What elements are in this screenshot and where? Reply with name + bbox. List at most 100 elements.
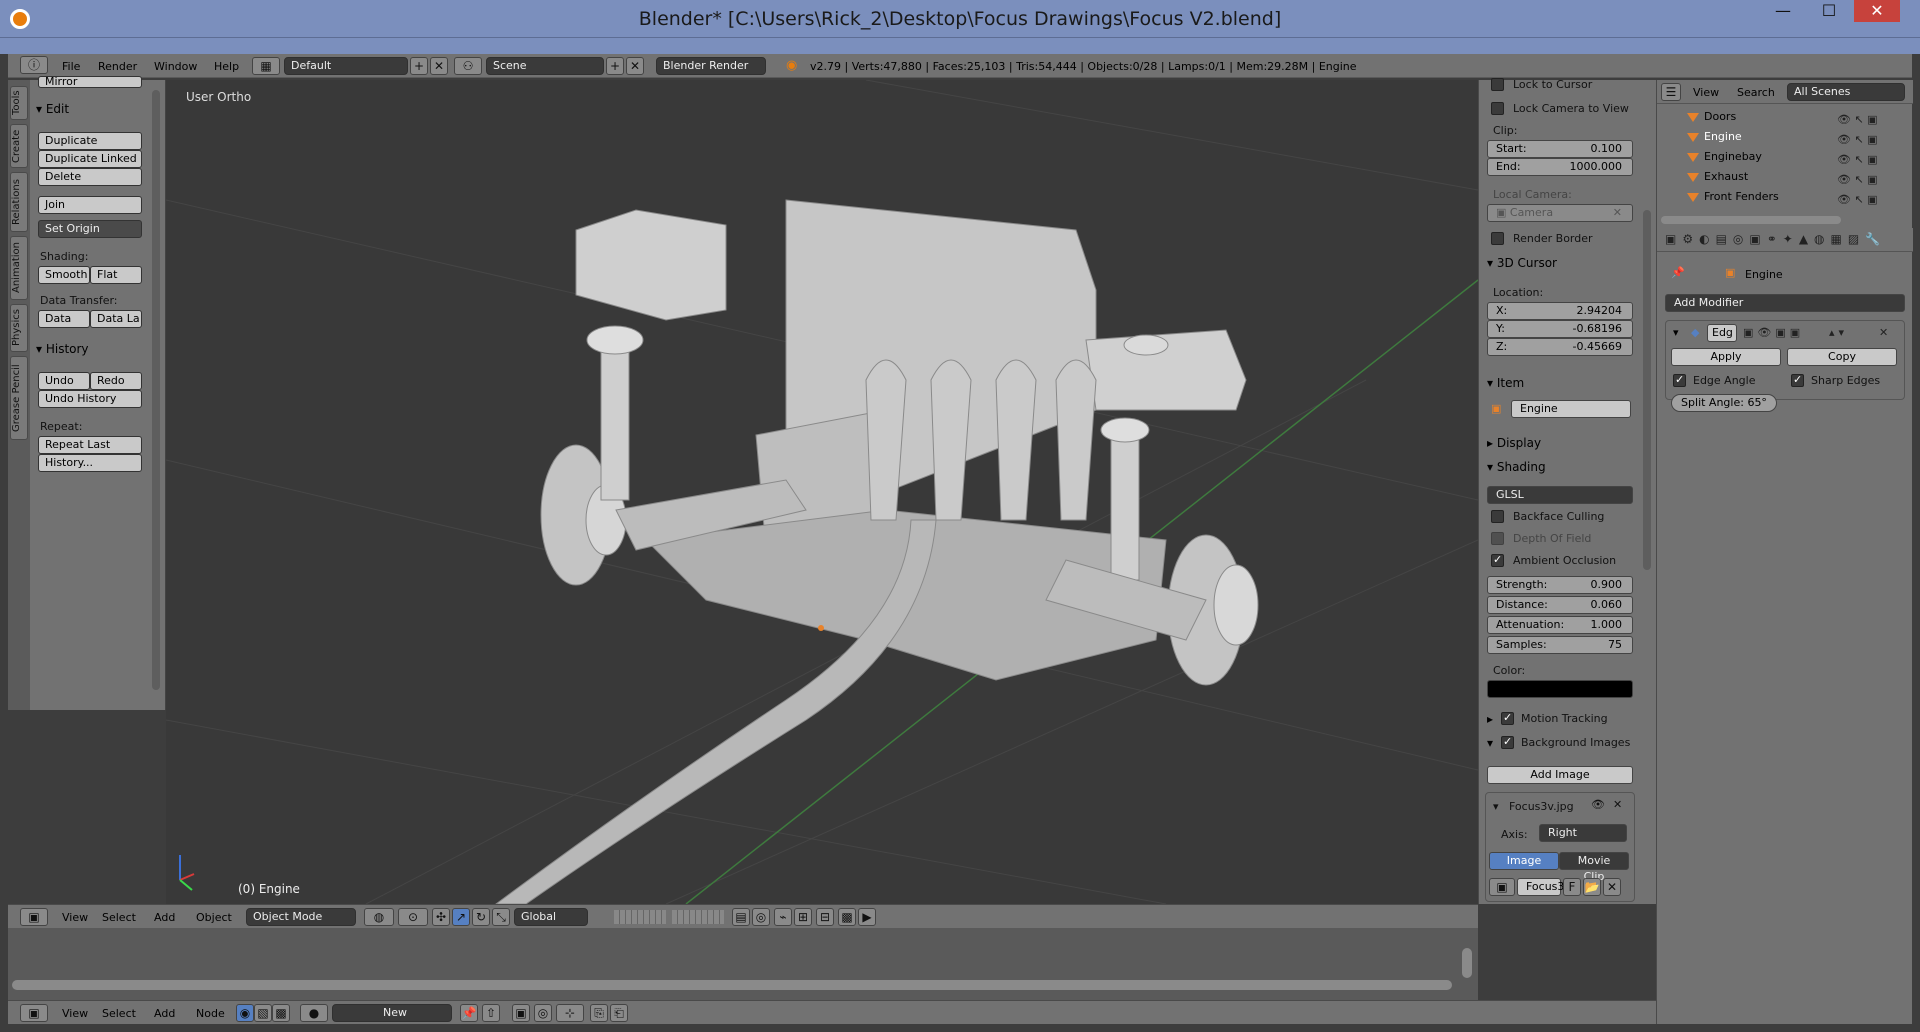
history-panel-header[interactable]: ▾ History xyxy=(36,342,89,356)
shader-nodes-icon[interactable]: ◉ xyxy=(236,1004,254,1022)
ao-samples-field[interactable]: Samples: 75 xyxy=(1487,636,1633,654)
flat-button[interactable]: Flat xyxy=(90,266,142,284)
node-menu-node[interactable]: Node xyxy=(196,1007,225,1020)
background-images-checkbox[interactable] xyxy=(1501,735,1514,749)
node-menu-add[interactable]: Add xyxy=(154,1007,175,1020)
outliner-item-front-fenders[interactable]: Front Fenders xyxy=(1687,190,1779,208)
edit-panel-header[interactable]: ▾ Edit xyxy=(36,102,69,116)
close-button[interactable]: ✕ xyxy=(1854,0,1900,22)
image-browse-icon[interactable]: ▣ xyxy=(1489,878,1515,896)
tab-grease-pencil[interactable]: Grease Pencil xyxy=(10,356,28,440)
menu-file[interactable]: File xyxy=(62,60,80,73)
tab-physics[interactable]: Physics xyxy=(10,304,28,352)
node-editor-area[interactable] xyxy=(8,928,1478,1000)
viewport-shading-icon[interactable]: ◍ xyxy=(364,908,394,926)
paste-nodes-icon[interactable]: ⎗ xyxy=(610,1004,628,1022)
data-layout-button[interactable]: Data La xyxy=(90,310,142,328)
motion-tracking-header[interactable]: ▸ xyxy=(1487,712,1493,726)
display-panel-header[interactable]: ▸ Display xyxy=(1487,436,1541,450)
snap-target-icon[interactable]: ⊟ xyxy=(816,908,834,926)
duplicate-button[interactable]: Duplicate xyxy=(38,132,142,150)
snap-node-icon[interactable]: ⊹ xyxy=(556,1004,584,1022)
material-icon[interactable]: ● xyxy=(300,1004,328,1022)
data-button[interactable]: Data xyxy=(38,310,90,328)
tab-create[interactable]: Create xyxy=(10,124,28,168)
scene-filter-dropdown[interactable]: All Scenes xyxy=(1787,83,1905,101)
node-menu-view[interactable]: View xyxy=(62,1007,88,1020)
3d-cursor-panel-header[interactable]: ▾ 3D Cursor xyxy=(1487,256,1557,270)
compositing-nodes-icon[interactable]: ▧ xyxy=(254,1004,272,1022)
axis-dropdown[interactable]: Right xyxy=(1539,824,1627,842)
snap-toggle-icon[interactable]: ⌁ xyxy=(774,908,792,926)
copy-button[interactable]: Copy xyxy=(1787,348,1897,366)
outliner-item-engine[interactable]: Engine xyxy=(1687,130,1742,148)
repeat-last-button[interactable]: Repeat Last xyxy=(38,436,142,454)
up-arrow-icon[interactable]: ⇧ xyxy=(482,1004,500,1022)
outliner-type-icon[interactable]: ☰ xyxy=(1661,83,1681,101)
vertical-scrollbar[interactable] xyxy=(1462,948,1472,978)
fake-user-button[interactable]: F xyxy=(1563,878,1581,896)
motion-tracking-checkbox[interactable] xyxy=(1501,711,1514,725)
mirror-button[interactable]: Mirror xyxy=(38,76,142,88)
sharp-edges-checkbox[interactable] xyxy=(1791,373,1804,387)
horizontal-scrollbar[interactable] xyxy=(12,980,1452,990)
modifier-collapse-icon[interactable]: ▾ xyxy=(1673,326,1679,339)
scene-icon[interactable]: ⚇ xyxy=(454,57,482,75)
clip-end-field[interactable]: End: 1000.000 xyxy=(1487,158,1633,176)
open-image-icon[interactable]: 📂 xyxy=(1583,878,1601,896)
outliner-item-doors[interactable]: Doors xyxy=(1687,110,1736,128)
minimize-button[interactable]: — xyxy=(1760,0,1806,22)
vp-menu-select[interactable]: Select xyxy=(102,911,136,924)
opengl-anim-icon[interactable]: ▶ xyxy=(858,908,876,926)
visibility-icons[interactable]: 👁 ↖ ▣ 👁 ↖ ▣ 👁 ↖ ▣ 👁 ↖ ▣ 👁 ↖ ▣ xyxy=(1837,110,1878,210)
join-button[interactable]: Join xyxy=(38,196,142,214)
rotate-icon[interactable]: ↻ xyxy=(472,908,490,926)
maximize-button[interactable]: ☐ xyxy=(1806,0,1852,22)
menu-window[interactable]: Window xyxy=(154,60,197,73)
mode-selector[interactable]: Object Mode xyxy=(246,908,356,926)
proportional-edit-icon[interactable]: ◎ xyxy=(752,908,770,926)
bg-image-expand[interactable]: ▾ xyxy=(1493,800,1499,813)
vp-menu-add[interactable]: Add xyxy=(154,911,175,924)
add-layout-button[interactable]: + xyxy=(410,57,428,75)
unlink-image-icon[interactable]: ✕ xyxy=(1603,878,1621,896)
menu-help[interactable]: Help xyxy=(214,60,239,73)
add-scene-button[interactable]: + xyxy=(606,57,624,75)
render-engine-selector[interactable]: Blender Render xyxy=(656,57,766,75)
info-editor-type-icon[interactable]: ⓘ xyxy=(20,56,48,74)
menu-render[interactable]: Render xyxy=(98,60,137,73)
snap-element-icon[interactable]: ⊞ xyxy=(794,908,812,926)
outliner-scrollbar[interactable] xyxy=(1661,216,1841,224)
ao-distance-field[interactable]: Distance: 0.060 xyxy=(1487,596,1633,614)
ao-attenuation-field[interactable]: Attenuation: 1.000 xyxy=(1487,616,1633,634)
scale-icon[interactable]: ⤡ xyxy=(492,908,510,926)
redo-button[interactable]: Redo xyxy=(90,372,142,390)
clip-start-field[interactable]: Start: 0.100 xyxy=(1487,140,1633,158)
bg-file-field[interactable]: Focus3 xyxy=(1517,878,1564,896)
camera-clear-icon[interactable]: ✕ xyxy=(1613,205,1622,221)
modifier-name-field[interactable]: Edg xyxy=(1707,324,1737,342)
manipulator-toggle-icon[interactable]: ✣ xyxy=(432,908,450,926)
vp-menu-object[interactable]: Object xyxy=(196,911,232,924)
remove-scene-button[interactable]: ✕ xyxy=(626,57,644,75)
delete-button[interactable]: Delete xyxy=(38,168,142,186)
layers-grid-b[interactable] xyxy=(672,910,724,924)
tab-tools[interactable]: Tools xyxy=(10,86,28,120)
properties-context-icons[interactable]: ▣⚙◐▤◎▣⚭✦▲◍▦▨🔧 xyxy=(1665,232,1886,246)
translate-icon[interactable]: ↗ xyxy=(452,908,470,926)
ao-strength-field[interactable]: Strength: 0.900 xyxy=(1487,576,1633,594)
add-image-button[interactable]: Add Image xyxy=(1487,766,1633,784)
outliner-menu-search[interactable]: Search xyxy=(1737,86,1775,99)
modifier-move-icons[interactable]: ▴▾ xyxy=(1829,326,1848,339)
history-button[interactable]: History... xyxy=(38,454,142,472)
remove-bg-icon[interactable]: ✕ xyxy=(1613,798,1622,811)
backface-culling-checkbox[interactable] xyxy=(1491,510,1504,523)
new-material-button[interactable]: New xyxy=(332,1004,452,1022)
apply-button[interactable]: Apply xyxy=(1671,348,1781,366)
undo-history-button[interactable]: Undo History xyxy=(38,390,142,408)
toolshelf-scrollbar[interactable] xyxy=(152,90,160,690)
outliner-menu-view[interactable]: View xyxy=(1693,86,1719,99)
local-camera-field[interactable]: ▣ Camera ✕ xyxy=(1487,204,1633,222)
item-name-field[interactable]: Engine xyxy=(1511,400,1631,418)
node-menu-select[interactable]: Select xyxy=(102,1007,136,1020)
